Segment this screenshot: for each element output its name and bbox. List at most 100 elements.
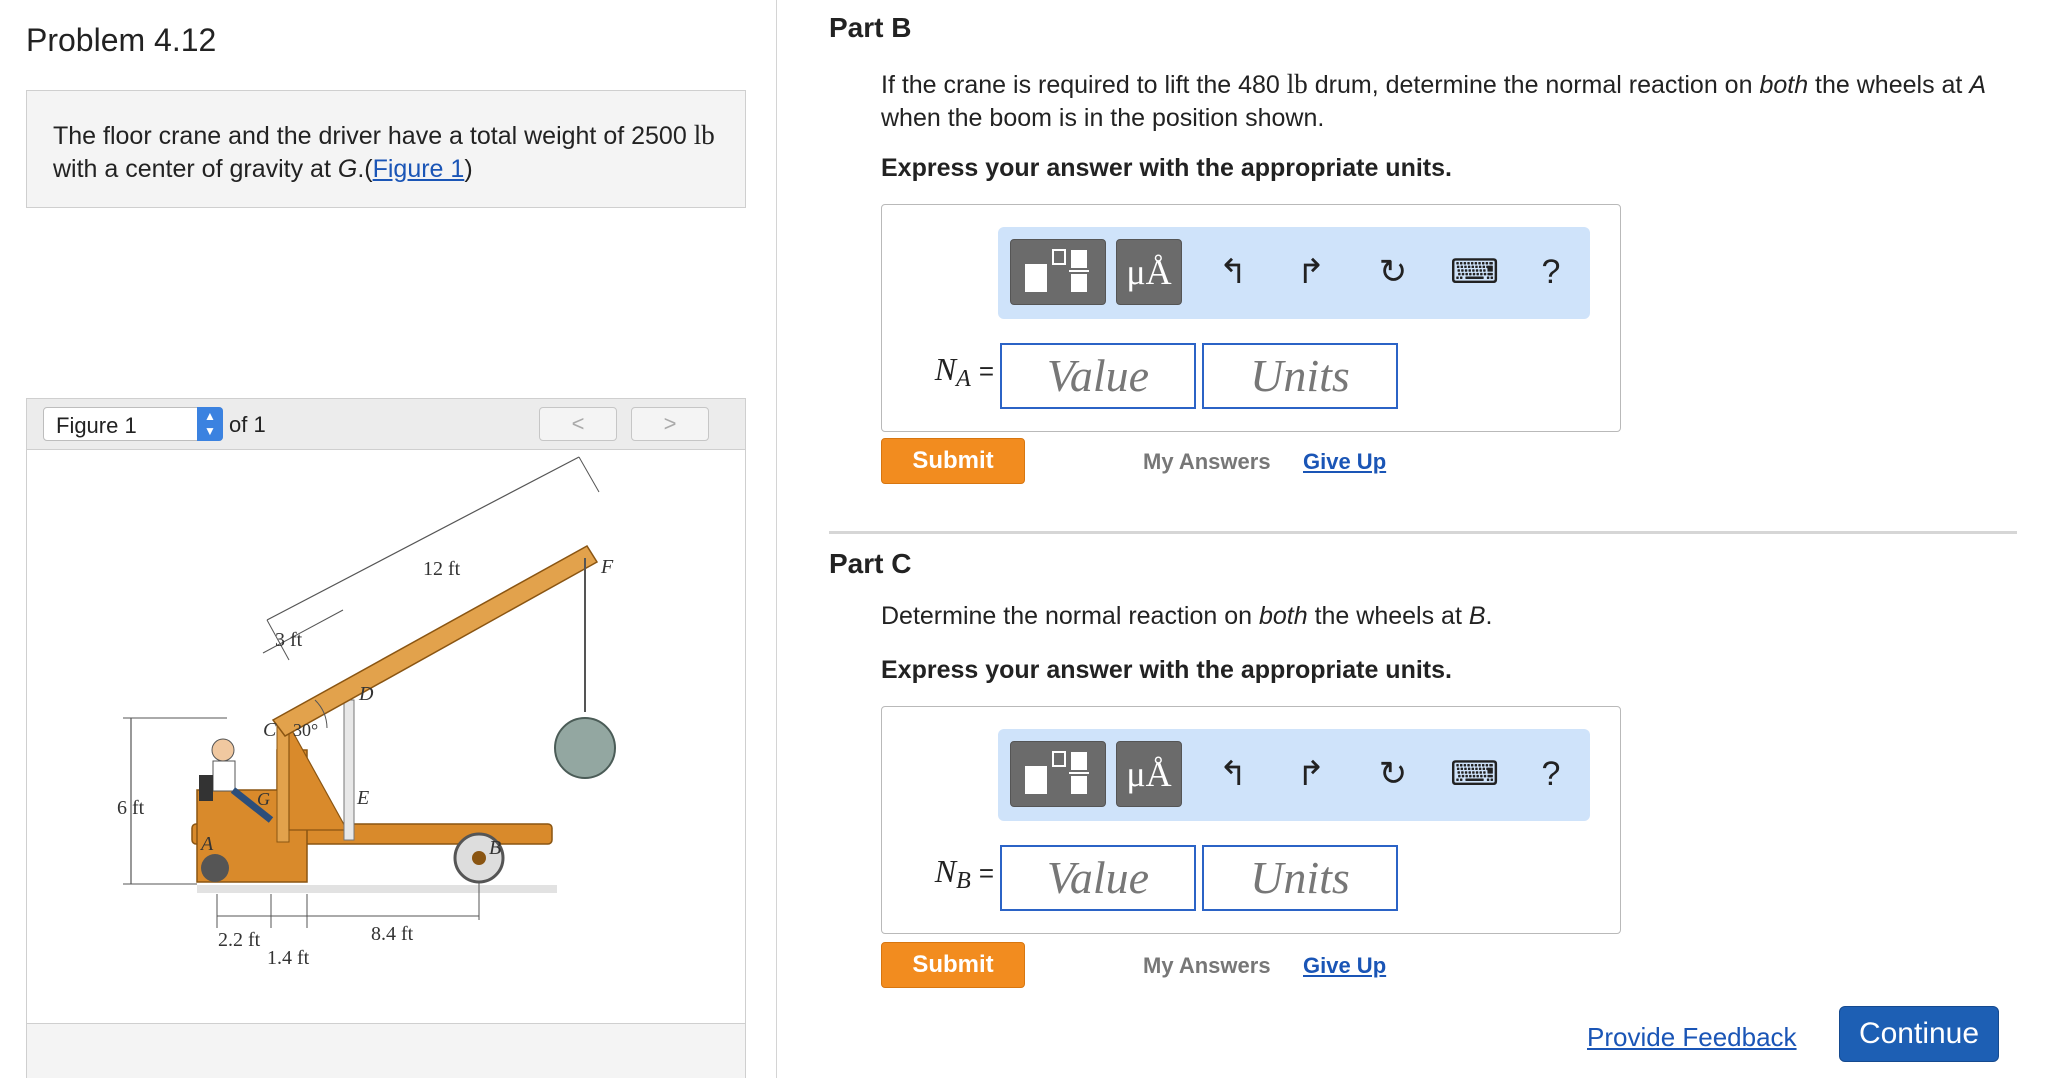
label-3ft: 3 ft bbox=[275, 629, 303, 651]
templates-icon[interactable] bbox=[1010, 239, 1106, 305]
redo-icon[interactable]: ↱ bbox=[1290, 251, 1332, 293]
figure-footer bbox=[27, 1023, 745, 1078]
part-b-give-up[interactable]: Give Up bbox=[1303, 449, 1386, 475]
label-30deg: 30° bbox=[293, 720, 318, 740]
part-c-both: both bbox=[1258, 602, 1308, 630]
ground bbox=[197, 885, 557, 893]
templates-icon[interactable] bbox=[1010, 741, 1106, 807]
part-c-give-up[interactable]: Give Up bbox=[1303, 953, 1386, 979]
part-c-q3: . bbox=[1485, 602, 1493, 630]
crane-support bbox=[288, 724, 349, 831]
statement-text-2: with a center of gravity at bbox=[53, 155, 338, 183]
undo-icon[interactable]: ↰ bbox=[1212, 753, 1254, 795]
part-c-value-field[interactable]: Value bbox=[1000, 845, 1196, 911]
label-12ft: 12 ft bbox=[423, 558, 461, 580]
part-c-express: Express your answer with the appropriate… bbox=[881, 656, 1452, 684]
statement-text-3: .( bbox=[357, 155, 373, 183]
section-divider bbox=[829, 531, 2017, 534]
figure-select[interactable]: Figure 1 ▲ ▼ bbox=[43, 407, 223, 441]
part-c-submit-button[interactable]: Submit bbox=[881, 942, 1025, 988]
part-c-question: Determine the normal reaction on both th… bbox=[881, 600, 2001, 633]
reset-icon[interactable]: ↻ bbox=[1372, 251, 1414, 293]
next-figure-button[interactable]: > bbox=[631, 407, 709, 441]
part-b-math-toolbar: μÅ ↰ ↱ ↻ ⌨ ? bbox=[998, 227, 1590, 319]
part-c-math-toolbar: μÅ ↰ ↱ ↻ ⌨ ? bbox=[998, 729, 1590, 821]
dim-ext-line bbox=[578, 456, 600, 493]
provide-feedback-link[interactable]: Provide Feedback bbox=[1587, 1022, 1797, 1053]
figure-panel: Figure 1 ▲ ▼ of 1 < > 12 ft 3 ft 6 ft F … bbox=[26, 398, 746, 1078]
statement-unit: lb bbox=[693, 120, 715, 150]
undo-icon[interactable]: ↰ bbox=[1212, 251, 1254, 293]
part-b-var-sub: A bbox=[956, 366, 971, 392]
part-c-var-letter: N bbox=[934, 853, 957, 889]
select-arrows-icon: ▲ ▼ bbox=[197, 407, 223, 441]
keyboard-icon[interactable]: ⌨ bbox=[1450, 251, 1499, 293]
part-c-answer-box: μÅ ↰ ↱ ↻ ⌨ ? NB = Value Units bbox=[881, 706, 1621, 934]
part-c-b: B bbox=[1468, 602, 1486, 630]
part-c-q2: the wheels at bbox=[1307, 602, 1469, 630]
part-c-variable: NB = bbox=[904, 853, 994, 894]
label-c: C bbox=[263, 719, 277, 741]
statement-g: G bbox=[337, 155, 358, 183]
continue-button[interactable]: Continue bbox=[1839, 1006, 1999, 1062]
part-c-q1: Determine the normal reaction on bbox=[881, 602, 1259, 630]
part-b-my-answers[interactable]: My Answers bbox=[1143, 449, 1271, 475]
part-b-express: Express your answer with the appropriate… bbox=[881, 154, 1452, 182]
statement-text-1: The floor crane and the driver have a to… bbox=[53, 122, 687, 150]
figure-link[interactable]: Figure 1 bbox=[373, 155, 465, 183]
part-b-q3: the wheels at bbox=[1808, 71, 1970, 99]
problem-statement-box: The floor crane and the driver have a to… bbox=[26, 90, 746, 208]
part-b-unit: lb bbox=[1286, 69, 1308, 99]
keyboard-icon[interactable]: ⌨ bbox=[1450, 753, 1499, 795]
figure-select-value: Figure 1 bbox=[56, 413, 137, 438]
wheel-hub bbox=[472, 851, 486, 865]
part-b-question: If the crane is required to lift the 480… bbox=[881, 68, 2001, 135]
figure-count: of 1 bbox=[229, 412, 266, 437]
questions-panel: Part B If the crane is required to lift … bbox=[777, 0, 2046, 1078]
part-b-answer-box: μÅ ↰ ↱ ↻ ⌨ ? NA = Value Units bbox=[881, 204, 1621, 432]
part-b-eq: = bbox=[978, 356, 994, 386]
problem-statement: The floor crane and the driver have a to… bbox=[53, 119, 733, 186]
units-symbol-button[interactable]: μÅ bbox=[1116, 741, 1182, 807]
label-f: F bbox=[600, 556, 614, 578]
redo-icon[interactable]: ↱ bbox=[1290, 753, 1332, 795]
part-b-var-letter: N bbox=[934, 351, 957, 387]
statement-text-4: ) bbox=[464, 155, 473, 183]
label-6ft: 6 ft bbox=[117, 797, 145, 819]
part-b-submit-button[interactable]: Submit bbox=[881, 438, 1025, 484]
label-g: G bbox=[257, 789, 270, 809]
reset-icon[interactable]: ↻ bbox=[1372, 753, 1414, 795]
part-c-my-answers[interactable]: My Answers bbox=[1143, 953, 1271, 979]
units-symbol-button[interactable]: μÅ bbox=[1116, 239, 1182, 305]
crane-figure: 12 ft 3 ft 6 ft F D C 30° G E A B 2.2 ft… bbox=[117, 456, 616, 969]
help-icon[interactable]: ? bbox=[1530, 251, 1572, 293]
part-c-units-field[interactable]: Units bbox=[1202, 845, 1398, 911]
figure-canvas: 12 ft 3 ft 6 ft F D C 30° G E A B 2.2 ft… bbox=[27, 450, 745, 1023]
part-b-both: both bbox=[1759, 71, 1809, 99]
part-b-title: Part B bbox=[829, 12, 912, 43]
hydraulic-column bbox=[343, 699, 355, 841]
figure-toolbar: Figure 1 ▲ ▼ of 1 < > bbox=[27, 399, 745, 450]
label-d: D bbox=[358, 683, 374, 705]
label-84ft: 8.4 ft bbox=[371, 923, 414, 945]
driver-seat bbox=[199, 775, 213, 801]
part-b-a: A bbox=[1969, 71, 1987, 99]
driver-head bbox=[211, 738, 235, 762]
wheel-a bbox=[201, 854, 229, 882]
label-22ft: 2.2 ft bbox=[218, 929, 261, 951]
part-b-q4: when the boom is in the position shown. bbox=[881, 104, 1325, 132]
driver-body bbox=[212, 760, 236, 792]
label-e: E bbox=[356, 787, 369, 809]
label-a: A bbox=[199, 833, 214, 855]
prev-figure-button[interactable]: < bbox=[539, 407, 617, 441]
part-c-var-sub: B bbox=[956, 868, 971, 894]
crane-mast bbox=[276, 717, 290, 843]
drum bbox=[554, 717, 616, 779]
part-b-units-field[interactable]: Units bbox=[1202, 343, 1398, 409]
part-c-title: Part C bbox=[829, 548, 912, 579]
problem-title: Problem 4.12 bbox=[26, 22, 217, 58]
problem-panel: Problem 4.12 The floor crane and the dri… bbox=[0, 0, 776, 1078]
part-b-value-field[interactable]: Value bbox=[1000, 343, 1196, 409]
part-b-variable: NA = bbox=[904, 351, 994, 392]
help-icon[interactable]: ? bbox=[1530, 753, 1572, 795]
